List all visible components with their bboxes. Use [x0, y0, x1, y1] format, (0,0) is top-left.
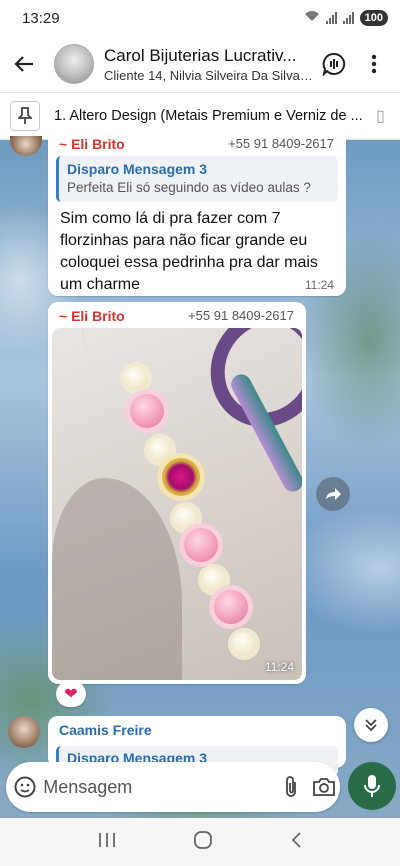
- message-time: 11:24: [304, 278, 334, 292]
- pink-bead: [214, 590, 248, 624]
- pin-icon: [10, 101, 40, 131]
- chat-title-block[interactable]: Carol Bijuterias Lucrativ... Cliente 14,…: [104, 46, 314, 83]
- system-nav-bar: [0, 818, 400, 866]
- status-time: 13:29: [22, 9, 60, 27]
- sender-avatar[interactable]: [8, 716, 40, 748]
- sender-name[interactable]: ~ Eli Brito: [59, 136, 125, 152]
- photo-shadow: [52, 478, 182, 680]
- pinned-message-text: 1. Altero Design (Metais Premium e Verni…: [54, 108, 363, 124]
- mic-icon[interactable]: [348, 762, 396, 810]
- message-input[interactable]: [43, 776, 276, 798]
- pearl-bead: [174, 506, 198, 530]
- quoted-message[interactable]: Disparo Mensagem 3 Perfeita Eli só segui…: [56, 156, 338, 202]
- status-bar: 13:29 100: [0, 0, 400, 36]
- sender-name[interactable]: Caamis Freire: [59, 722, 152, 738]
- sender-phone: +55 91 8409-2617: [228, 136, 334, 151]
- nav-recent-icon[interactable]: [98, 832, 116, 853]
- group-avatar[interactable]: [54, 44, 94, 84]
- pearl-bead: [202, 568, 226, 592]
- more-vert-icon[interactable]: [354, 54, 394, 74]
- sticker-icon[interactable]: [6, 775, 43, 799]
- sender-phone: +55 91 8409-2617: [188, 308, 294, 323]
- pearl-bead: [124, 366, 148, 390]
- back-arrow-icon[interactable]: [0, 53, 48, 75]
- battery-indicator: 100: [359, 10, 388, 26]
- message-bubble[interactable]: ~ Eli Brito +55 91 8409-2617 Disparo Men…: [48, 126, 346, 296]
- pinned-more-icon: ▯: [376, 108, 385, 125]
- quoted-message-author: Disparo Mensagem 3: [67, 161, 208, 177]
- signal-icon: [325, 12, 337, 24]
- photo-message-bubble[interactable]: ~ Eli Brito +55 91 8409-2617 11:24: [48, 302, 306, 684]
- message-composer: [6, 762, 340, 812]
- share-forward-icon[interactable]: [316, 477, 350, 511]
- message-bubble[interactable]: Caamis Freire Disparo Mensagem 3: [48, 716, 346, 776]
- photo-string: [82, 328, 162, 388]
- pearl-bead: [232, 632, 256, 656]
- pearl-bead: [148, 438, 172, 462]
- chat-subtitle: Cliente 14, Nilvia Silveira Da Silva,...: [104, 67, 314, 83]
- nav-back-icon[interactable]: [290, 831, 302, 854]
- bracelet-photo[interactable]: 11:24: [52, 328, 302, 680]
- message-time: 11:24: [264, 660, 294, 674]
- quoted-message-text: Perfeita Eli só seguindo as vídeo aulas …: [67, 180, 311, 195]
- pink-bead: [184, 528, 218, 562]
- nav-home-icon[interactable]: [193, 830, 213, 855]
- heart-reaction[interactable]: ❤: [56, 681, 86, 707]
- chat-title: Carol Bijuterias Lucrativ...: [104, 45, 297, 65]
- voice-chat-icon[interactable]: [314, 52, 354, 76]
- sender-name[interactable]: ~ Eli Brito: [59, 308, 125, 324]
- attach-icon[interactable]: [275, 775, 307, 799]
- wifi-icon: [304, 9, 320, 27]
- chevron-double-down-icon[interactable]: [354, 708, 388, 742]
- camera-icon[interactable]: [308, 777, 340, 797]
- signal-2-icon: [342, 12, 354, 24]
- chat-header: Carol Bijuterias Lucrativ... Cliente 14,…: [0, 36, 400, 92]
- center-stone: [162, 458, 200, 496]
- message-text: Sim como lá di pra fazer com 7 florzinha…: [60, 210, 318, 293]
- pink-bead: [130, 394, 164, 428]
